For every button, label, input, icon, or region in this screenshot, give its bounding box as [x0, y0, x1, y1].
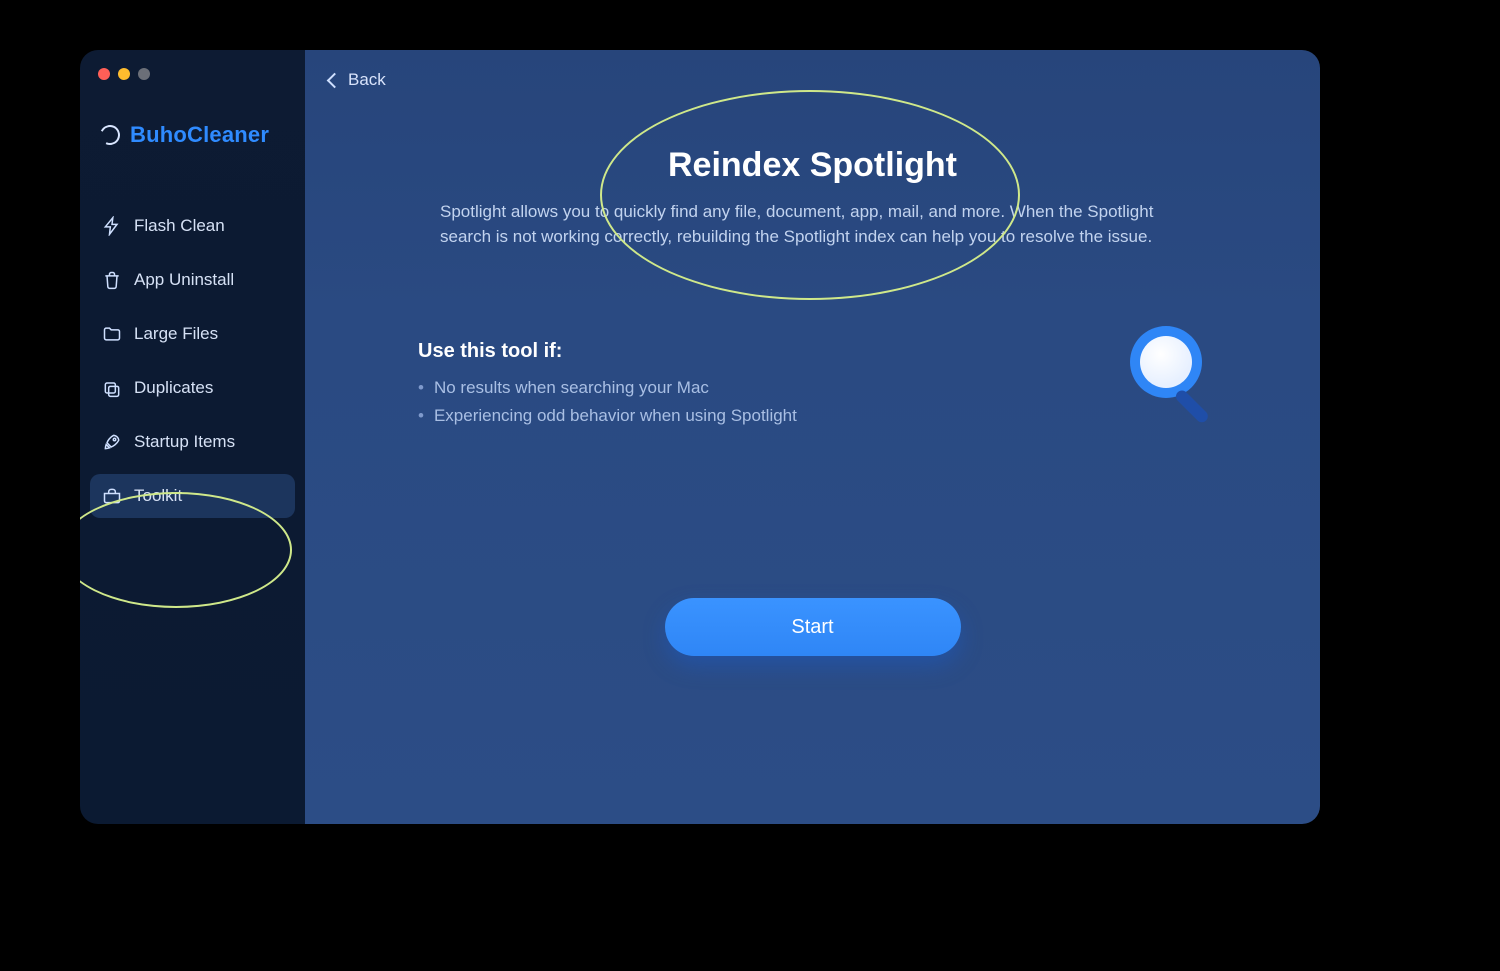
zoom-window-button[interactable]	[138, 68, 150, 80]
list-item: Experiencing odd behavior when using Spo…	[418, 402, 797, 430]
window-controls	[80, 68, 305, 80]
page-description: Spotlight allows you to quickly find any…	[440, 200, 1185, 249]
content: Back Reindex Spotlight Spotlight allows …	[305, 50, 1320, 824]
sidebar-item-toolkit[interactable]: Toolkit	[90, 474, 295, 518]
sidebar-item-label: App Uninstall	[134, 270, 234, 290]
close-window-button[interactable]	[98, 68, 110, 80]
sidebar-item-duplicates[interactable]: Duplicates	[90, 366, 295, 410]
sidebar-item-app-uninstall[interactable]: App Uninstall	[90, 258, 295, 302]
list-item: No results when searching your Mac	[418, 374, 797, 402]
sidebar: BuhoCleaner Flash Clean App Uninstall	[80, 50, 305, 824]
chevron-left-icon	[327, 72, 343, 88]
lightning-icon	[102, 216, 122, 236]
sidebar-item-startup-items[interactable]: Startup Items	[90, 420, 295, 464]
rocket-icon	[102, 432, 122, 452]
stage: BuhoCleaner Flash Clean App Uninstall	[0, 0, 1500, 971]
brand: BuhoCleaner	[80, 80, 305, 148]
toolbox-icon	[102, 486, 122, 506]
app-logo-icon	[97, 122, 123, 148]
bullet-list: No results when searching your Mac Exper…	[418, 374, 797, 430]
sidebar-item-label: Startup Items	[134, 432, 235, 452]
back-label: Back	[348, 70, 386, 90]
sidebar-item-large-files[interactable]: Large Files	[90, 312, 295, 356]
sidebar-item-label: Flash Clean	[134, 216, 225, 236]
list-item-text: Experiencing odd behavior when using Spo…	[434, 406, 797, 426]
list-item-text: No results when searching your Mac	[434, 378, 709, 398]
magnifier-icon	[1122, 322, 1220, 432]
start-button-label: Start	[791, 616, 833, 638]
sidebar-item-label: Large Files	[134, 324, 218, 344]
app-name: BuhoCleaner	[130, 122, 269, 148]
sidebar-item-label: Duplicates	[134, 378, 213, 398]
folder-icon	[102, 324, 122, 344]
trash-icon	[102, 270, 122, 290]
sidebar-nav: Flash Clean App Uninstall Large Files	[80, 204, 305, 518]
start-button[interactable]: Start	[665, 598, 961, 656]
section-title: Use this tool if:	[418, 340, 562, 363]
app-window: BuhoCleaner Flash Clean App Uninstall	[80, 50, 1320, 824]
sidebar-item-label: Toolkit	[134, 486, 182, 506]
minimize-window-button[interactable]	[118, 68, 130, 80]
page-title: Reindex Spotlight	[305, 146, 1320, 185]
annotation-ellipse-title	[600, 90, 1020, 300]
sidebar-item-flash-clean[interactable]: Flash Clean	[90, 204, 295, 248]
back-button[interactable]: Back	[329, 70, 386, 90]
duplicates-icon	[102, 378, 122, 398]
